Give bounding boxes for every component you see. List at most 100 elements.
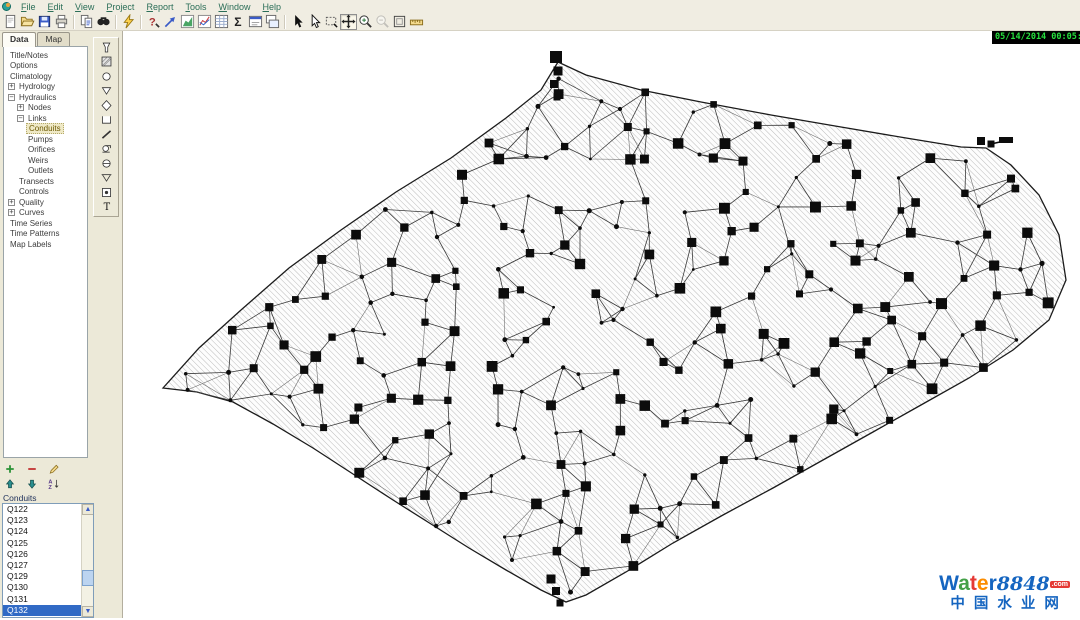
tree-item-quality[interactable]: +Quality [4, 197, 87, 208]
tab-map[interactable]: Map [37, 32, 70, 46]
network-map[interactable] [123, 31, 1080, 618]
list-item[interactable]: Q125 [3, 538, 93, 549]
expand-icon[interactable]: + [8, 83, 15, 90]
add-raingage-button[interactable] [95, 40, 117, 55]
outfall-icon [100, 84, 113, 97]
list-item[interactable]: Q122 [3, 504, 93, 515]
tree-item-time-series[interactable]: Time Series [4, 218, 87, 229]
measure-button[interactable] [408, 14, 425, 30]
tree-item-hydrology[interactable]: +Hydrology [4, 82, 87, 93]
add-pump-button[interactable] [95, 142, 117, 157]
run-button[interactable] [120, 14, 137, 30]
list-item[interactable]: Q131 [3, 594, 93, 605]
tree-item-map-labels[interactable]: Map Labels [4, 239, 87, 250]
select-vertex-button[interactable] [306, 14, 323, 30]
tree-item-curves[interactable]: +Curves [4, 208, 87, 219]
point-select-button[interactable] [162, 14, 179, 30]
select-button[interactable] [289, 14, 306, 30]
list-item[interactable]: Q126 [3, 549, 93, 560]
tree-item-label: Curves [17, 208, 46, 217]
add-junction-button[interactable] [95, 69, 117, 84]
study-area-map[interactable]: 05/14/2014 00:05:00 Water8848.com 中国水业网 [122, 31, 1080, 618]
properties-button[interactable] [247, 14, 264, 30]
tree-item-label: Time Patterns [8, 229, 62, 238]
tree-item-links[interactable]: −Links [4, 113, 87, 124]
menu-window[interactable]: Window [212, 1, 256, 13]
new-button[interactable] [2, 14, 19, 30]
collapse-icon[interactable]: − [8, 94, 15, 101]
add-storage-button[interactable] [95, 113, 117, 128]
list-item[interactable]: Q132 [3, 605, 93, 616]
add-label-button[interactable]: T [95, 200, 117, 215]
conduit-list[interactable]: Q122Q123Q124Q125Q126Q127Q129Q130Q131Q132… [2, 503, 94, 618]
find-icon [96, 14, 111, 29]
menu-edit[interactable]: Edit [42, 1, 70, 13]
profile-plot-button[interactable] [179, 14, 196, 30]
delete-button[interactable] [24, 463, 39, 477]
tree-item-conduits[interactable]: Conduits [4, 124, 87, 135]
list-scrollbar[interactable]: ▲ ▼ [81, 504, 93, 617]
scroll-down-icon[interactable]: ▼ [82, 606, 94, 617]
layers-button[interactable] [264, 14, 281, 30]
table-button[interactable] [213, 14, 230, 30]
tree-item-options[interactable]: Options [4, 61, 87, 72]
list-item[interactable]: Q127 [3, 560, 93, 571]
tree-item-time-patterns[interactable]: Time Patterns [4, 229, 87, 240]
menu-tools[interactable]: Tools [179, 1, 212, 13]
menu-help[interactable]: Help [256, 1, 287, 13]
zoom-out-button[interactable] [374, 14, 391, 30]
add-weir-button[interactable] [95, 171, 117, 186]
project-tree[interactable]: Title/NotesOptionsClimatology+Hydrology−… [3, 46, 88, 458]
list-item[interactable]: Q129 [3, 571, 93, 582]
print-button[interactable] [53, 14, 70, 30]
tree-item-controls[interactable]: Controls [4, 187, 87, 198]
list-item[interactable]: Q130 [3, 582, 93, 593]
menu-view[interactable]: View [69, 1, 100, 13]
tree-item-title-notes[interactable]: Title/Notes [4, 50, 87, 61]
tab-data[interactable]: Data [2, 32, 36, 47]
add-conduit-button[interactable] [95, 127, 117, 142]
full-extent-button[interactable] [391, 14, 408, 30]
sort-button[interactable]: AZ [46, 478, 61, 492]
save-button[interactable] [36, 14, 53, 30]
copy-button[interactable] [78, 14, 95, 30]
move-up-button[interactable] [2, 478, 17, 492]
add-subcatchment-button[interactable] [95, 55, 117, 70]
tree-item-outlets[interactable]: Outlets [4, 166, 87, 177]
add-orifice-button[interactable] [95, 156, 117, 171]
tree-item-orifices[interactable]: Orifices [4, 145, 87, 156]
find-button[interactable] [95, 14, 112, 30]
zoom-in-button[interactable] [357, 14, 374, 30]
tree-item-transects[interactable]: Transects [4, 176, 87, 187]
move-down-button[interactable] [24, 478, 39, 492]
add-outlet-button[interactable] [95, 185, 117, 200]
menu-project[interactable]: Project [100, 1, 140, 13]
add-divider-button[interactable] [95, 98, 117, 113]
graph-button[interactable] [196, 14, 213, 30]
browser-panel: DataMap Title/NotesOptionsClimatology+Hy… [0, 31, 122, 618]
pan-button[interactable] [340, 14, 357, 30]
tree-item-hydraulics[interactable]: −Hydraulics [4, 92, 87, 103]
scrollbar-thumb[interactable] [82, 570, 94, 586]
expand-icon[interactable]: + [17, 104, 24, 111]
select-region-button[interactable] [323, 14, 340, 30]
expand-icon[interactable]: + [8, 199, 15, 206]
expand-icon[interactable]: + [8, 209, 15, 216]
query-button[interactable]: ? [145, 14, 162, 30]
list-item[interactable]: Q124 [3, 526, 93, 537]
statistics-button[interactable]: Σ [230, 14, 247, 30]
scroll-up-icon[interactable]: ▲ [82, 504, 94, 515]
add-button[interactable] [2, 463, 17, 477]
tree-item-climatology[interactable]: Climatology [4, 71, 87, 82]
list-item[interactable]: Q123 [3, 515, 93, 526]
tree-item-weirs[interactable]: Weirs [4, 155, 87, 166]
menu-file[interactable]: File [15, 1, 42, 13]
collapse-icon[interactable]: − [17, 115, 24, 122]
edit-button[interactable] [46, 463, 61, 477]
add-outfall-button[interactable] [95, 84, 117, 99]
menu-report[interactable]: Report [140, 1, 179, 13]
tree-item-nodes[interactable]: +Nodes [4, 103, 87, 114]
move-up-icon [4, 478, 16, 492]
open-button[interactable] [19, 14, 36, 30]
tree-item-pumps[interactable]: Pumps [4, 134, 87, 145]
